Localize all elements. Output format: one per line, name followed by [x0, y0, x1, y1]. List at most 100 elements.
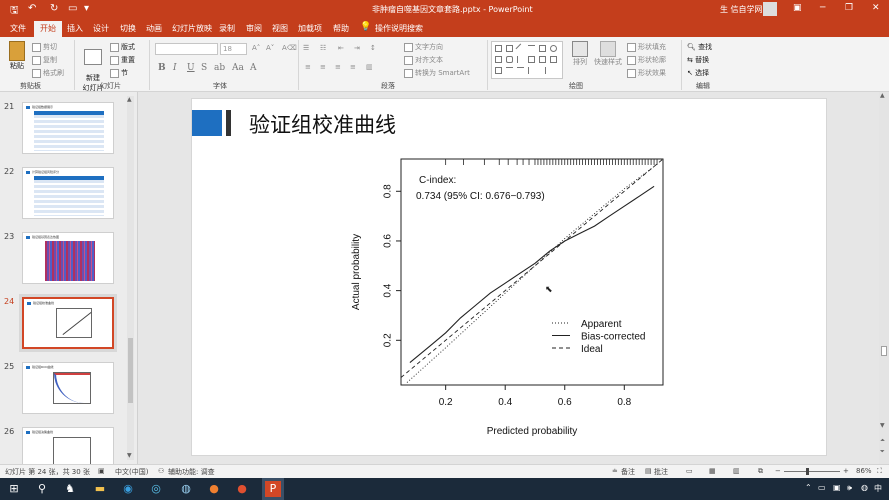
increase-font-icon[interactable]: A˄ — [252, 44, 260, 52]
restore-icon[interactable]: ❐ — [845, 3, 853, 13]
scroll-down-icon[interactable]: ▼ — [127, 452, 132, 459]
line-shape-icon[interactable] — [515, 43, 526, 54]
user-name[interactable]: 生 信自学网 — [720, 4, 763, 15]
save-icon[interactable]: 🖫 — [10, 3, 19, 20]
align-text-button[interactable]: 对齐文本 — [404, 55, 443, 65]
zoom-in-icon[interactable]: + — [843, 467, 849, 475]
accessibility-icon[interactable]: ⚇ — [158, 467, 164, 475]
next-slide-icon[interactable]: ⏷ — [880, 448, 885, 456]
slide-thumbnail[interactable]: 验证组数据展示 — [22, 102, 114, 154]
font-color-icon[interactable]: A — [250, 63, 257, 73]
triangle-shape-icon[interactable] — [517, 56, 524, 63]
tab-slideshow[interactable]: 幻灯片放映 — [172, 23, 212, 34]
arrow-shape-icon[interactable] — [539, 56, 546, 63]
zoom-level[interactable]: 86% — [856, 467, 872, 475]
paste-button[interactable]: 粘贴 — [6, 41, 28, 71]
align-center-icon[interactable]: ≡ — [320, 63, 326, 71]
notes-button[interactable]: 备注 — [621, 467, 635, 477]
shapes-gallery[interactable] — [491, 41, 563, 79]
volume-icon[interactable]: 🕪 — [847, 483, 852, 493]
brace-shape-icon[interactable] — [528, 67, 535, 74]
notification-icon[interactable]: ◍ — [861, 483, 868, 492]
shape-effects-button[interactable]: 形状效果 — [627, 68, 666, 78]
tab-help[interactable]: 帮助 — [333, 23, 349, 34]
curve-shape-icon[interactable] — [517, 67, 524, 74]
network-icon[interactable]: ▣ — [833, 483, 841, 492]
comments-icon[interactable]: ▤ — [645, 467, 652, 475]
mail-icon[interactable]: ◎ — [148, 481, 164, 497]
rounded-rectangle-shape-icon[interactable] — [506, 56, 513, 63]
line-spacing-icon[interactable]: ↕ — [370, 44, 376, 52]
find-button[interactable]: 🔍︎ 查找 — [687, 42, 712, 52]
format-painter-button[interactable]: 格式刷 — [32, 68, 64, 78]
align-left-icon[interactable]: ≡ — [305, 63, 311, 71]
select-button[interactable]: ↖ 选择 — [687, 68, 709, 78]
firefox-icon[interactable]: ● — [206, 481, 222, 497]
clear-format-icon[interactable]: A⌫ — [282, 44, 297, 52]
rectangle-shape-icon[interactable] — [528, 56, 535, 63]
calibration-chart[interactable]: 0.2 0.4 0.6 0.8 0.2 0.4 0.6 0.8 Apparent Bias-cor… — [191, 98, 827, 456]
textbox-shape-icon[interactable] — [506, 45, 513, 52]
undo-icon[interactable]: ↶ — [28, 3, 36, 14]
cut-button[interactable]: 剪切 — [32, 42, 57, 52]
browser-icon[interactable]: ◍ — [178, 481, 194, 497]
tab-review[interactable]: 审阅 — [246, 23, 262, 34]
file-explorer-icon[interactable]: ▬ — [92, 481, 108, 497]
scroll-down-icon[interactable]: ▼ — [880, 422, 885, 429]
bold-icon[interactable]: B — [158, 63, 166, 73]
decrease-font-icon[interactable]: A˅ — [266, 44, 274, 52]
font-size-input[interactable]: 18 — [220, 43, 247, 55]
app-icon[interactable]: ♞ — [62, 481, 78, 497]
increase-indent-icon[interactable]: ⇥ — [354, 44, 360, 52]
start-slideshow-icon[interactable]: ▭ — [68, 3, 77, 14]
tab-insert[interactable]: 插入 — [67, 23, 83, 34]
section-button[interactable]: 节 — [110, 68, 128, 78]
scroll-up-icon[interactable]: ▲ — [880, 92, 885, 99]
close-icon[interactable]: ✕ — [872, 3, 880, 13]
battery-icon[interactable]: ▭ — [818, 483, 826, 492]
columns-icon[interactable]: ▥ — [366, 63, 373, 71]
strikethrough-icon[interactable]: S — [201, 63, 207, 73]
avatar[interactable] — [763, 2, 777, 16]
edge-icon[interactable]: ◉ — [120, 481, 136, 497]
powerpoint-icon[interactable]: P — [265, 481, 281, 497]
scroll-up-icon[interactable]: ▲ — [127, 96, 132, 103]
shape-fill-button[interactable]: 形状填充 — [627, 42, 666, 52]
rectangle-shape-icon[interactable] — [495, 67, 502, 74]
justify-icon[interactable]: ≡ — [350, 63, 356, 71]
redo-icon[interactable]: ↻ — [50, 3, 58, 14]
layout-button[interactable]: 版式 — [110, 42, 135, 52]
text-direction-button[interactable]: 文字方向 — [404, 42, 443, 52]
minimize-icon[interactable]: ─ — [820, 3, 825, 13]
editor-scrollbar[interactable]: ▲ ▼ ⏶ ⏷ — [879, 92, 889, 464]
arrange-button[interactable]: 排列 — [569, 41, 591, 67]
normal-view-icon[interactable]: ▭ — [686, 467, 693, 475]
thumbnail-scrollbar[interactable]: ▲ ▼ — [127, 96, 134, 460]
tab-design[interactable]: 设计 — [93, 23, 109, 34]
tell-me-search[interactable]: 操作说明搜索 — [375, 23, 423, 34]
zoom-slider-handle[interactable] — [806, 468, 809, 475]
tab-home[interactable]: 开始 — [34, 21, 62, 37]
slide-thumbnail[interactable]: 验证组基因表达热图 — [22, 232, 114, 284]
notes-icon[interactable]: ≐ — [612, 467, 618, 475]
tab-view[interactable]: 视图 — [272, 23, 288, 34]
shape-outline-button[interactable]: 形状轮廓 — [627, 55, 666, 65]
align-right-icon[interactable]: ≡ — [335, 63, 341, 71]
tab-animations[interactable]: 动画 — [146, 23, 162, 34]
bullets-icon[interactable]: ☰ — [303, 44, 309, 52]
line-shape-icon[interactable] — [528, 45, 535, 52]
accessibility-status[interactable]: 辅助功能: 调查 — [168, 467, 215, 477]
zoom-slider[interactable] — [784, 471, 840, 472]
slide-sorter-icon[interactable]: ▦ — [709, 467, 716, 475]
star-shape-icon[interactable] — [550, 67, 557, 74]
arrow-shape-icon[interactable] — [550, 56, 557, 63]
rectangle-shape-icon[interactable] — [495, 56, 502, 63]
input-language[interactable]: 中 — [874, 483, 882, 494]
slideshow-icon[interactable]: ⧉ — [758, 467, 763, 476]
smartart-button[interactable]: 转换为 SmartArt — [404, 68, 470, 78]
decrease-indent-icon[interactable]: ⇤ — [338, 44, 344, 52]
curve-shape-icon[interactable] — [506, 67, 513, 74]
previous-slide-icon[interactable]: ⏶ — [880, 437, 885, 445]
slide-thumbnail[interactable]: 验证组ROC曲线 — [22, 362, 114, 414]
slide-thumbnail-selected[interactable]: 验证组校准曲线 — [22, 297, 114, 349]
